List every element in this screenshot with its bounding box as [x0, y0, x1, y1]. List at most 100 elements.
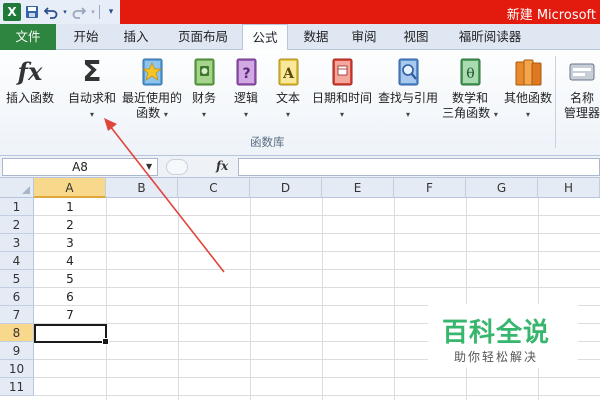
grid-line [250, 198, 251, 400]
undo-icon[interactable] [43, 4, 59, 20]
watermark-title: 百科全说 [442, 318, 551, 348]
row-header-6[interactable]: 6 [0, 288, 34, 306]
tab-home[interactable]: 开始 [64, 24, 108, 50]
active-cell-a8[interactable] [34, 324, 109, 345]
row-header-3[interactable]: 3 [0, 234, 34, 252]
grid-line [34, 287, 600, 288]
date-time-dropdown-icon[interactable]: ▾ [340, 110, 344, 119]
row-header-11[interactable]: 11 [0, 378, 34, 396]
redo-dropdown-icon[interactable]: ▾ [90, 4, 96, 20]
name-box[interactable]: A8 [2, 158, 158, 176]
column-header-h[interactable]: H [538, 178, 600, 198]
row-header-8[interactable]: 8 [0, 324, 34, 342]
logical-button[interactable]: ? 逻辑 ▾ [228, 56, 264, 122]
autosum-label: 自动求和 [67, 91, 116, 105]
autosum-button[interactable]: Σ 自动求和 ▾ [64, 56, 120, 122]
tab-file[interactable]: 文件 [0, 24, 56, 50]
grid-line [466, 198, 467, 400]
column-header-f[interactable]: F [394, 178, 466, 198]
date-time-book-icon [327, 56, 357, 88]
logical-dropdown-icon[interactable]: ▾ [244, 110, 248, 119]
watermark-subtitle: 助你轻松解决 [454, 350, 539, 364]
recently-used-label-1: 最近使用的 [121, 91, 182, 105]
tab-foxit-reader[interactable]: 福昕阅读器 [448, 24, 532, 50]
row-header-7[interactable]: 7 [0, 306, 34, 324]
tab-review[interactable]: 审阅 [344, 24, 384, 50]
column-header-c[interactable]: C [178, 178, 250, 198]
math-trig-button[interactable]: θ 数学和 三角函数 ▾ [442, 56, 498, 122]
save-icon[interactable] [24, 4, 40, 20]
grid-line [178, 198, 179, 400]
financial-button[interactable]: 财务 ▾ [186, 56, 222, 122]
column-header-e[interactable]: E [322, 178, 394, 198]
row-header-1[interactable]: 1 [0, 198, 34, 216]
customize-qat-icon[interactable]: ▾ [103, 4, 119, 20]
autosum-dropdown-icon[interactable]: ▾ [90, 110, 94, 119]
cell-a6[interactable]: 6 [34, 288, 106, 306]
select-all-button[interactable] [0, 178, 34, 198]
svg-text:?: ? [242, 66, 250, 82]
grid-line [34, 251, 600, 252]
insert-function-button[interactable]: fx 插入函数 [2, 56, 58, 106]
lookup-reference-dropdown-icon[interactable]: ▾ [406, 110, 410, 119]
name-manager-label-2: 管理器 [563, 106, 600, 120]
cell-a4[interactable]: 4 [34, 252, 106, 270]
row-header-4[interactable]: 4 [0, 252, 34, 270]
more-functions-dropdown-icon[interactable]: ▾ [526, 110, 530, 119]
ribbon-formulas: fx 插入函数 Σ 自动求和 ▾ 最近使用的 函数 ▾ 财务 ▾ ? 逻辑 ▾ … [0, 50, 600, 156]
excel-app-icon[interactable]: X [3, 3, 21, 21]
tab-formulas[interactable]: 公式 [242, 24, 288, 51]
formula-input[interactable] [238, 158, 600, 176]
watermark: 百科全说 助你轻松解决 [428, 304, 578, 368]
redo-icon[interactable] [71, 4, 87, 20]
date-time-button[interactable]: 日期和时间 ▾ [310, 56, 374, 122]
math-trig-dropdown-icon[interactable]: ▾ [494, 110, 498, 119]
cell-a1[interactable]: 1 [34, 198, 106, 216]
undo-dropdown-icon[interactable]: ▾ [62, 4, 68, 20]
row-header-10[interactable]: 10 [0, 360, 34, 378]
grid-line [322, 198, 323, 400]
cell-a3[interactable]: 3 [34, 234, 106, 252]
cell-a7[interactable]: 7 [34, 306, 106, 324]
svg-text:A: A [282, 66, 295, 82]
lookup-reference-button[interactable]: 查找与引用 ▾ [376, 56, 440, 122]
title-bar: X ▾ ▾ ▾ 新建 Microsoft [0, 0, 600, 24]
column-header-g[interactable]: G [466, 178, 538, 198]
cell-a2[interactable]: 2 [34, 216, 106, 234]
recent-book-star-icon [137, 56, 167, 88]
text-dropdown-icon[interactable]: ▾ [286, 110, 290, 119]
insert-function-icon[interactable]: fx [216, 159, 228, 173]
grid-line [34, 269, 600, 270]
window-title: 新建 Microsoft [506, 8, 596, 23]
column-header-d[interactable]: D [250, 178, 322, 198]
more-functions-button[interactable]: 其他函数 ▾ [500, 56, 556, 122]
cell-a5[interactable]: 5 [34, 270, 106, 288]
formula-bar-collapse-button[interactable] [166, 159, 188, 175]
row-header-5[interactable]: 5 [0, 270, 34, 288]
recently-used-dropdown-icon[interactable]: ▾ [164, 110, 168, 119]
tab-data[interactable]: 数据 [296, 24, 336, 50]
recently-used-button[interactable]: 最近使用的 函数 ▾ [120, 56, 184, 122]
tab-page-layout[interactable]: 页面布局 [168, 24, 238, 50]
recently-used-label-2: 函数 [136, 106, 161, 120]
logical-book-icon: ? [231, 56, 261, 88]
row-header-9[interactable]: 9 [0, 342, 34, 360]
financial-dropdown-icon[interactable]: ▾ [202, 110, 206, 119]
sigma-icon: Σ [82, 55, 102, 88]
more-functions-label: 其他函数 [503, 91, 552, 105]
name-box-dropdown-icon[interactable]: ▼ [146, 162, 152, 171]
tab-insert[interactable]: 插入 [114, 24, 158, 50]
name-manager-button[interactable]: 名称 管理器 [560, 56, 600, 121]
grid-line [106, 198, 107, 400]
name-manager-label-1: 名称 [569, 91, 594, 105]
logical-label: 逻辑 [233, 91, 258, 105]
more-functions-books-icon [513, 56, 543, 88]
math-trig-label-2: 三角函数 [442, 106, 491, 120]
fx-icon: fx [17, 57, 43, 86]
grid-line [34, 215, 600, 216]
row-header-2[interactable]: 2 [0, 216, 34, 234]
column-header-b[interactable]: B [106, 178, 178, 198]
column-header-a[interactable]: A [34, 178, 106, 198]
tab-view[interactable]: 视图 [396, 24, 436, 50]
text-button[interactable]: A 文本 ▾ [270, 56, 306, 122]
